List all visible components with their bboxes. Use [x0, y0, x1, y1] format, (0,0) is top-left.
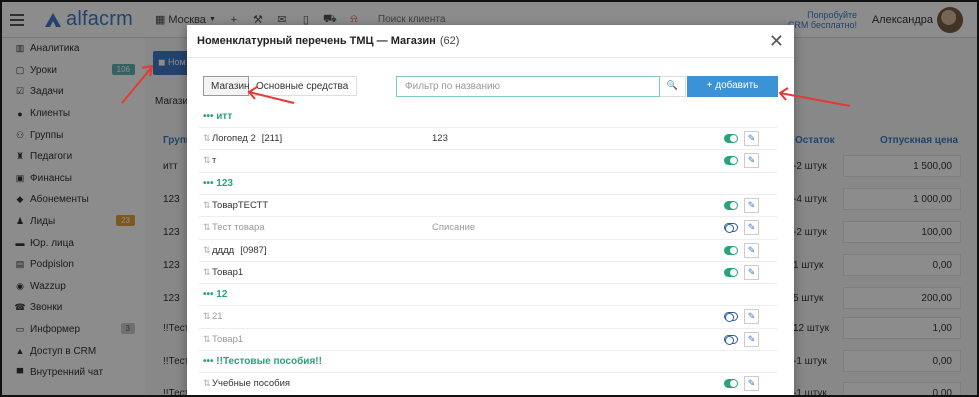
item-name-wrap: дддд [0987]	[212, 245, 267, 256]
item-name-wrap: Логопед 2 [211]	[212, 133, 282, 144]
active-toggle[interactable]	[724, 245, 738, 255]
list-item[interactable]: ⇅ Тест товара Списание ✎	[199, 217, 777, 240]
filter-input[interactable]: Фильтр по названию	[396, 76, 660, 97]
list-item[interactable]: ⇅ Товар1 ✎	[199, 329, 777, 352]
item-note: Списание	[432, 222, 476, 234]
active-toggle[interactable]	[724, 312, 738, 323]
add-button[interactable]: + добавить	[687, 76, 778, 97]
drag-handle-icon[interactable]: ⇅	[203, 311, 211, 322]
pencil-icon[interactable]: ✎	[744, 197, 759, 213]
item-name: Товар1	[212, 266, 244, 278]
active-toggle[interactable]	[724, 267, 738, 277]
nomenclature-modal: Номенклатурный перечень ТМЦ — Магазин (6…	[187, 25, 794, 395]
item-name: дддд	[212, 244, 235, 256]
drag-handle-icon[interactable]: ⇅	[203, 133, 211, 144]
active-toggle[interactable]	[724, 200, 738, 210]
nomenclature-list: ••• итт ⇅ Логопед 2 [211] 123 ✎ ⇅ т ✎ •••…	[199, 106, 777, 395]
item-name: 21	[212, 311, 223, 323]
group-header[interactable]: ••• 123	[199, 173, 777, 195]
pencil-icon[interactable]: ✎	[744, 264, 759, 280]
active-toggle[interactable]	[724, 379, 738, 389]
list-item[interactable]: ⇅ Товар1 ✎	[199, 262, 777, 285]
drag-handle-icon[interactable]: ⇅	[203, 267, 211, 278]
item-name: Учебные пособия	[212, 378, 291, 390]
drag-handle-icon[interactable]: ⇅	[203, 222, 211, 233]
active-toggle[interactable]	[724, 334, 738, 345]
active-toggle[interactable]	[724, 156, 738, 166]
modal-count: (62)	[439, 35, 460, 47]
drag-handle-icon[interactable]: ⇅	[203, 245, 211, 256]
drag-handle-icon[interactable]: ⇅	[203, 378, 211, 389]
tab-fixed-assets[interactable]: Основные средства	[249, 76, 357, 96]
pencil-icon[interactable]: ✎	[744, 309, 759, 325]
item-name: Товар1	[212, 333, 244, 345]
item-name: ТоварТЕСТТ	[212, 199, 269, 211]
list-item[interactable]: ⇅ ТоварТЕСТТ ✎	[199, 195, 777, 218]
pencil-icon[interactable]: ✎	[744, 331, 759, 347]
screenshot-frame: alfacrm ▦ Москва ▼ + ⚒ ✉ ▯ ⛟ ⍾ Поиск кли…	[0, 0, 979, 397]
active-toggle[interactable]	[724, 223, 738, 234]
pencil-icon[interactable]: ✎	[744, 220, 759, 236]
list-item[interactable]: ⇅ Логопед 2 [211] 123 ✎	[199, 128, 777, 151]
drag-handle-icon[interactable]: ⇅	[203, 334, 211, 345]
group-header[interactable]: ••• 12	[199, 284, 777, 307]
pencil-icon[interactable]: ✎	[744, 376, 759, 392]
pencil-icon[interactable]: ✎	[744, 153, 759, 169]
search-icon[interactable]: 🔍	[660, 76, 686, 97]
drag-handle-icon[interactable]: ⇅	[203, 200, 211, 211]
list-item[interactable]: ⇅ 21 ✎	[199, 306, 777, 329]
group-header[interactable]: ••• !!Тестовые пособия!!	[199, 351, 777, 374]
item-note: 123	[432, 133, 448, 144]
tab-store[interactable]: Магазин	[203, 76, 250, 96]
drag-handle-icon[interactable]: ⇅	[203, 155, 211, 166]
modal-toolbar: Магазин Основные средства Фильтр по назв…	[203, 76, 778, 98]
list-item[interactable]: ⇅ т ✎	[199, 150, 777, 173]
item-name: Тест товара	[212, 222, 265, 234]
item-code: [0987]	[240, 244, 267, 256]
modal-title: Номенклатурный перечень ТМЦ — Магазин	[197, 35, 436, 47]
pencil-icon[interactable]: ✎	[744, 131, 759, 146]
item-name: Логопед 2	[212, 133, 256, 144]
close-icon[interactable]: ✕	[769, 32, 784, 50]
active-toggle[interactable]	[724, 134, 738, 143]
item-name: т	[212, 155, 217, 167]
item-code: [211]	[261, 133, 283, 144]
group-header[interactable]: ••• итт	[199, 106, 777, 128]
list-item[interactable]: ⇅ Учебные пособия ✎	[199, 373, 777, 395]
list-item[interactable]: ⇅ дддд [0987] ✎	[199, 240, 777, 262]
modal-header: Номенклатурный перечень ТМЦ — Магазин (6…	[187, 25, 794, 58]
pencil-icon[interactable]: ✎	[744, 242, 759, 258]
